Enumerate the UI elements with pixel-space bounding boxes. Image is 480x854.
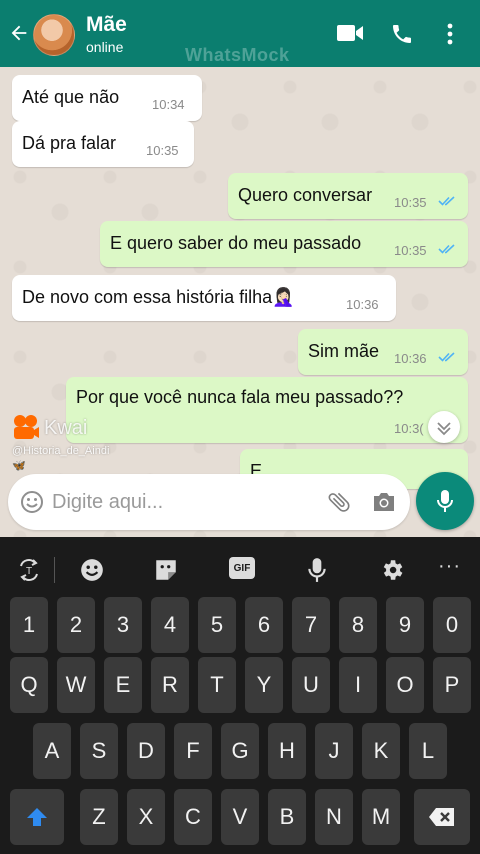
message-out[interactable]: Quero conversar 10:35 [228,173,468,219]
key-k[interactable]: K [362,723,400,779]
key-0[interactable]: 0 [433,597,471,653]
emoji-icon[interactable] [79,557,105,583]
message-time: 10:3( [394,421,424,436]
sticker-icon[interactable] [153,557,179,583]
mic-icon[interactable] [306,557,328,583]
message-out[interactable]: Por que você nunca fala meu passado?? 10… [66,377,468,443]
more-vert-icon[interactable] [446,22,454,46]
message-text: E quero saber do meu passado [110,233,362,253]
key-y[interactable]: Y [245,657,283,713]
key-c[interactable]: C [174,789,212,845]
key-5[interactable]: 5 [198,597,236,653]
key-g[interactable]: G [221,723,259,779]
shift-arrow-icon [27,808,47,826]
message-in[interactable]: Dá pra falar 10:35 [12,121,194,167]
message-time: 10:36 [394,351,427,366]
kwai-logo-icon [14,415,39,439]
message-time: 10:35 [394,243,427,258]
key-i[interactable]: I [339,657,377,713]
phone-icon[interactable] [390,22,414,46]
video-call-icon[interactable] [336,22,364,44]
key-8[interactable]: 8 [339,597,377,653]
contact-avatar[interactable] [33,14,75,56]
read-receipt-icon [438,244,455,254]
chat-header: Mãe online WhatsMock [0,0,480,67]
contact-status: online [86,39,124,55]
key-s[interactable]: S [80,723,118,779]
message-text: Até que não [22,87,120,107]
message-time: 10:35 [146,143,179,158]
message-text: De novo com essa história filha🤦🏻‍♀️ [22,287,295,307]
voice-record-button[interactable] [416,472,474,530]
key-3[interactable]: 3 [104,597,142,653]
svg-text:T: T [26,566,32,577]
kwai-brand: Kwai [44,417,88,439]
key-z[interactable]: Z [80,789,118,845]
message-composer [8,474,410,530]
kwai-handle: @Historia_de_Aindi [12,445,110,457]
key-e[interactable]: E [104,657,142,713]
app-watermark: WhatsMock [185,45,290,65]
key-x[interactable]: X [127,789,165,845]
back-arrow-icon[interactable] [8,22,30,44]
read-receipt-icon [438,352,455,362]
message-in[interactable]: Até que não 10:34 [12,75,202,121]
message-out[interactable]: Sim mãe 10:36 [298,329,468,375]
message-time: 10:35 [394,195,427,210]
key-l[interactable]: L [409,723,447,779]
key-q[interactable]: Q [10,657,48,713]
key-o[interactable]: O [386,657,424,713]
key-n[interactable]: N [315,789,353,845]
more-horiz-icon[interactable]: ··· [438,555,461,578]
gif-label: GIF [233,562,251,574]
key-4[interactable]: 4 [151,597,189,653]
soft-keyboard: T GIF ··· 1 2 3 4 5 6 7 8 9 0 Q W E R T … [0,537,480,854]
camera-icon[interactable] [371,490,397,514]
message-time: 10:34 [152,97,185,112]
chevron-down-icon [437,422,451,436]
backspace-icon [429,808,454,826]
message-input[interactable] [52,486,312,518]
key-w[interactable]: W [57,657,95,713]
key-u[interactable]: U [292,657,330,713]
key-j[interactable]: J [315,723,353,779]
key-d[interactable]: D [127,723,165,779]
message-out[interactable]: E quero saber do meu passado 10:35 [100,221,468,267]
key-r[interactable]: R [151,657,189,713]
toolbar-separator [54,557,55,583]
message-text: Quero conversar [238,185,373,205]
message-time: 10:36 [346,297,379,312]
key-7[interactable]: 7 [292,597,330,653]
message-text: Dá pra falar [22,133,117,153]
key-1[interactable]: 1 [10,597,48,653]
key-2[interactable]: 2 [57,597,95,653]
key-h[interactable]: H [268,723,306,779]
contact-name[interactable]: Mãe [86,13,127,37]
shift-key[interactable] [10,789,64,845]
key-f[interactable]: F [174,723,212,779]
gif-button[interactable]: GIF [229,557,255,579]
message-in[interactable]: De novo com essa história filha🤦🏻‍♀️ 10:… [12,275,396,321]
key-b[interactable]: B [268,789,306,845]
backspace-key[interactable] [414,789,470,845]
emoji-icon[interactable] [20,490,44,514]
chat-area[interactable]: Até que não 10:34 Dá pra falar 10:35 Que… [0,67,480,537]
scroll-down-button[interactable] [428,411,460,443]
key-t[interactable]: T [198,657,236,713]
key-v[interactable]: V [221,789,259,845]
mic-icon [437,490,453,512]
key-9[interactable]: 9 [386,597,424,653]
key-m[interactable]: M [362,789,400,845]
translate-icon[interactable]: T [16,557,42,583]
key-6[interactable]: 6 [245,597,283,653]
read-receipt-icon [438,196,455,206]
message-text: Por que você nunca fala meu passado?? [76,387,404,407]
key-p[interactable]: P [433,657,471,713]
settings-icon[interactable] [379,557,405,583]
message-text: Sim mãe [308,341,380,361]
butterfly-icon: 🦋 [12,460,26,472]
key-a[interactable]: A [33,723,71,779]
attach-icon[interactable] [326,489,352,515]
